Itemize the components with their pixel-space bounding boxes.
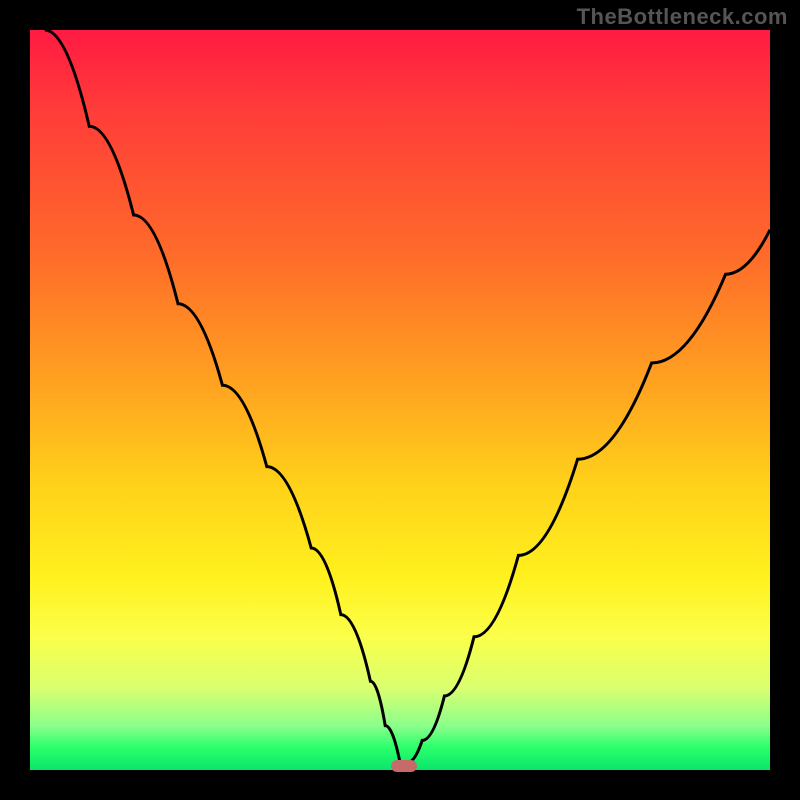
curve-path [45,30,770,763]
chart-frame: TheBottleneck.com [0,0,800,800]
plot-area [30,30,770,770]
bottleneck-curve [30,30,770,770]
valley-marker [391,760,417,772]
watermark-text: TheBottleneck.com [577,4,788,30]
